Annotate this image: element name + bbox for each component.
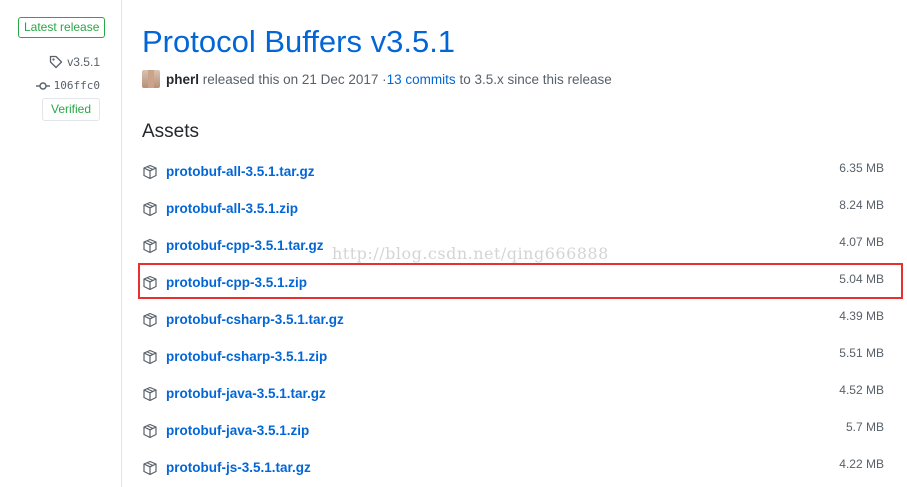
asset-size: 4.52 MB [839, 383, 884, 397]
branch-text-content: to 3.5.x since this release [459, 71, 612, 87]
asset-size: 4.39 MB [839, 309, 884, 323]
asset-row: protobuf-cpp-3.5.1.tar.gz 4.07 MB [140, 227, 892, 264]
tag-link[interactable]: v3.5.1 [49, 55, 100, 69]
commit-link[interactable]: 106ffc0 [35, 79, 100, 92]
avatar[interactable] [142, 70, 160, 88]
asset-download-link[interactable]: protobuf-csharp-3.5.1.zip [166, 349, 327, 364]
asset-size: 5.51 MB [839, 346, 884, 360]
latest-release-badge: Latest release [18, 17, 106, 38]
commit-sha: 106ffc0 [53, 79, 100, 92]
asset-download-link[interactable]: protobuf-js-3.5.1.tar.gz [166, 460, 311, 475]
tag-icon [50, 55, 63, 69]
released-date-text: released this on 21 Dec 2017 · [202, 71, 387, 87]
asset-download-link[interactable]: protobuf-all-3.5.1.zip [166, 201, 298, 216]
released-text: released this on 21 Dec 2017 · [199, 72, 387, 87]
package-icon [142, 386, 158, 402]
commits-link[interactable]: 13 commits [387, 72, 456, 87]
package-icon [142, 275, 158, 291]
verified-badge[interactable]: Verified [42, 98, 101, 121]
asset-row: protobuf-csharp-3.5.1.zip 5.51 MB [140, 338, 892, 375]
asset-download-link[interactable]: protobuf-cpp-3.5.1.zip [166, 275, 307, 290]
asset-download-link[interactable]: protobuf-java-3.5.1.zip [166, 423, 309, 438]
package-icon [142, 423, 158, 439]
asset-row: protobuf-all-3.5.1.tar.gz 6.35 MB [140, 153, 892, 190]
asset-size: 4.07 MB [839, 235, 884, 249]
asset-row: protobuf-all-3.5.1.zip 8.24 MB [140, 190, 892, 227]
release-title[interactable]: Protocol Buffers v3.5.1 [142, 22, 455, 62]
package-icon [142, 201, 158, 217]
asset-list: protobuf-all-3.5.1.tar.gz 6.35 MB protobuf… [140, 153, 892, 486]
package-icon [142, 312, 158, 328]
asset-row: protobuf-csharp-3.5.1.tar.gz 4.39 MB [140, 301, 892, 338]
asset-download-link[interactable]: protobuf-java-3.5.1.tar.gz [166, 386, 326, 401]
asset-row: protobuf-java-3.5.1.tar.gz 4.52 MB [140, 375, 892, 412]
asset-size: 8.24 MB [839, 198, 884, 212]
asset-row: protobuf-java-3.5.1.zip 5.7 MB [140, 412, 892, 449]
tag-label: v3.5.1 [67, 55, 100, 69]
package-icon [142, 238, 158, 254]
release-meta: pherl released this on 21 Dec 2017 · 13 … [142, 70, 612, 88]
package-icon [142, 349, 158, 365]
asset-size: 5.7 MB [845, 420, 884, 434]
asset-download-link[interactable]: protobuf-csharp-3.5.1.tar.gz [166, 312, 344, 327]
asset-download-link[interactable]: protobuf-all-3.5.1.tar.gz [166, 164, 315, 179]
asset-size: 6.35 MB [839, 161, 884, 175]
release-sidebar: Latest release v3.5.1 106ffc0 Verified [0, 0, 122, 487]
asset-size: 5.04 MB [839, 272, 884, 286]
asset-size: 4.22 MB [839, 457, 884, 471]
asset-row: protobuf-cpp-3.5.1.zip 5.04 MB [140, 264, 892, 301]
asset-download-link[interactable]: protobuf-cpp-3.5.1.tar.gz [166, 238, 324, 253]
assets-heading: Assets [142, 121, 200, 142]
asset-row: protobuf-js-3.5.1.tar.gz 4.22 MB [140, 449, 892, 486]
author-link[interactable]: pherl [166, 72, 199, 87]
package-icon [142, 460, 158, 476]
branch-text: to 3.5.x since this release [456, 71, 612, 87]
git-commit-icon [35, 81, 50, 90]
package-icon [142, 164, 158, 180]
